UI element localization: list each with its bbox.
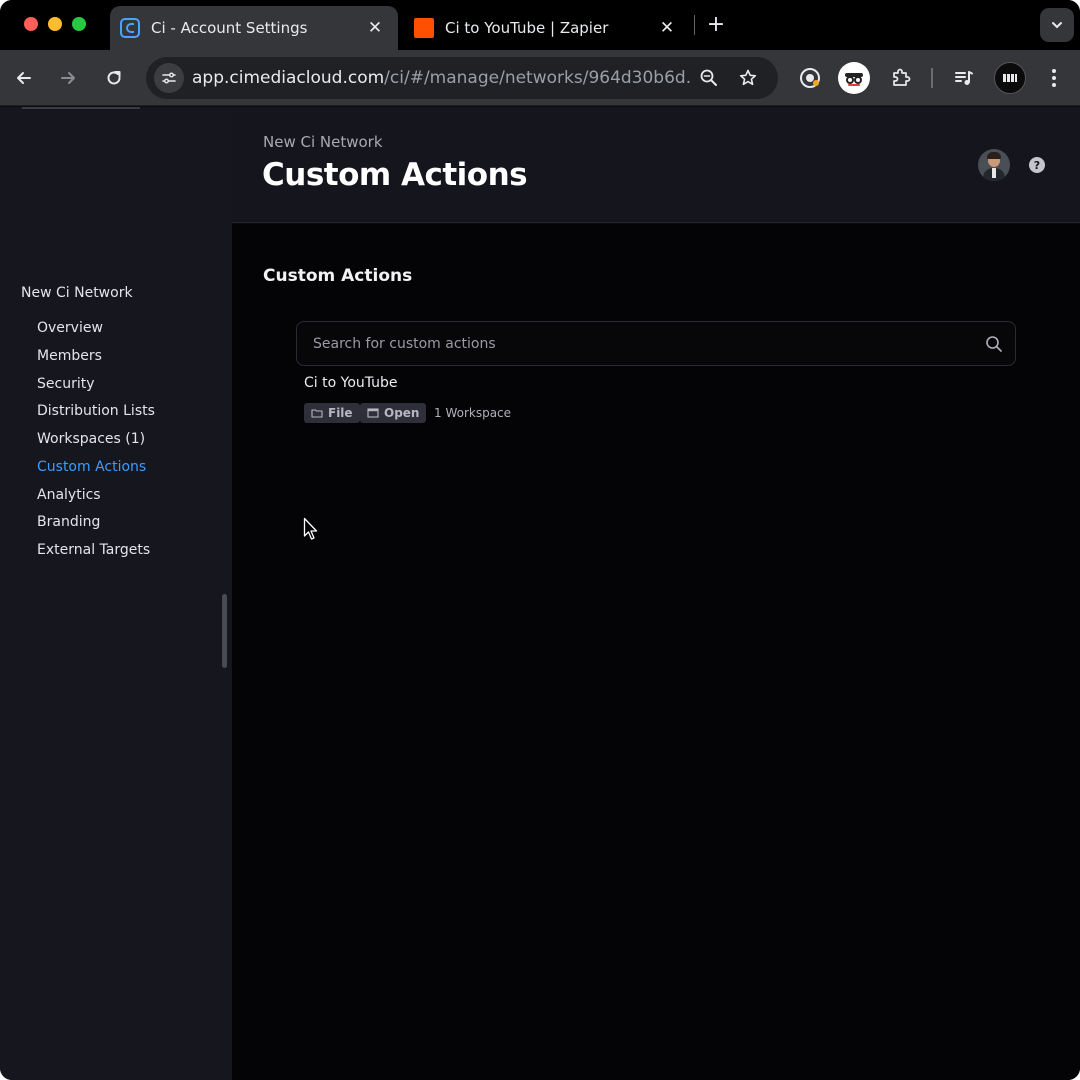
tab-zapier[interactable]: Ci to YouTube | Zapier ✕ [402,6,690,50]
tag-label: File [328,406,353,420]
tab-search-button[interactable] [1040,8,1074,42]
arrow-right-icon [61,72,75,84]
back-button[interactable] [10,64,38,92]
new-tab-button[interactable]: + [704,12,728,37]
minimize-window-button[interactable] [48,17,62,31]
main-content: Custom Actions Ci to YouTube File Open 1… [232,224,1080,1080]
search-icon[interactable] [985,335,1003,353]
sidebar-network-heading: New Ci Network [21,285,133,301]
zapier-icon [414,18,434,38]
search-container [296,321,1016,366]
sidebar-item-members[interactable]: Members [37,348,102,364]
forward-button[interactable] [54,64,82,92]
bookmark-star-icon[interactable] [735,65,761,91]
browser-menu-button[interactable] [1040,64,1068,92]
zoom-icon[interactable] [696,65,722,91]
breadcrumb[interactable]: New Ci Network [263,133,383,151]
browser-toolbar: app.cimediacloud.com/ci/#/manage/network… [0,50,1080,106]
close-window-button[interactable] [24,17,38,31]
more-vertical-icon [1052,69,1056,87]
sidebar-scrollbar[interactable] [222,594,227,668]
profile-avatar-icon[interactable] [994,62,1026,94]
grammarly-extension-icon[interactable] [794,62,826,94]
url-text: app.cimediacloud.com/ci/#/manage/network… [192,68,692,88]
tab-account-settings[interactable]: Ci - Account Settings ✕ [110,6,398,50]
sidebar-item-overview[interactable]: Overview [37,320,103,336]
folder-icon [311,409,323,418]
tab-separator [694,15,695,35]
ci-logo-icon [120,18,140,38]
tab-title: Ci - Account Settings [151,19,308,37]
tag-open: Open [360,403,427,423]
page-header: New Ci Network Custom Actions ? [232,107,1080,223]
arrow-left-icon [17,72,31,84]
help-icon[interactable]: ? [1029,157,1045,173]
user-avatar[interactable] [978,149,1010,181]
sidebar-item-distribution-lists[interactable]: Distribution Lists [37,403,155,419]
toolbar-divider [931,68,933,88]
browser-window: Ci - Account Settings ✕ Ci to YouTube | … [0,0,1080,1080]
sidebar-item-custom-actions[interactable]: Custom Actions [37,459,146,475]
search-input[interactable] [297,322,1015,365]
tab-strip: Ci - Account Settings ✕ Ci to YouTube | … [0,0,1080,50]
sidebar-item-security[interactable]: Security [37,376,95,392]
section-title: Custom Actions [263,266,413,286]
media-controls-icon[interactable] [948,62,980,94]
sidebar-cut-off-item [22,101,140,109]
extensions-puzzle-icon[interactable] [884,62,916,94]
site-info-icon[interactable] [154,63,184,93]
settings-sidebar: New Ci Network Overview Members Security… [0,107,232,1080]
address-bar[interactable]: app.cimediacloud.com/ci/#/manage/network… [146,57,778,99]
window-icon [367,408,379,418]
url-path: /ci/#/manage/networks/964d30b6d... [384,68,692,88]
reload-button[interactable] [100,64,128,92]
chevron-down-icon [1052,22,1062,29]
sidebar-item-workspaces[interactable]: Workspaces (1) [37,431,145,447]
custom-action-name[interactable]: Ci to YouTube [304,375,398,391]
page-title: Custom Actions [262,157,528,193]
tab-title: Ci to YouTube | Zapier [445,19,609,37]
zoom-window-button[interactable] [72,17,86,31]
mouse-cursor-icon [303,517,318,540]
spy-extension-icon[interactable] [838,62,870,94]
reload-icon [107,71,121,85]
tag-label: Open [384,406,420,420]
sidebar-item-branding[interactable]: Branding [37,514,100,530]
workspace-count: 1 Workspace [434,406,512,420]
close-tab-icon[interactable]: ✕ [656,17,678,39]
sidebar-item-analytics[interactable]: Analytics [37,487,101,503]
tag-file: File [304,403,360,423]
close-tab-icon[interactable]: ✕ [364,17,386,39]
sidebar-item-external-targets[interactable]: External Targets [37,542,150,558]
url-host: app.cimediacloud.com [192,68,385,88]
